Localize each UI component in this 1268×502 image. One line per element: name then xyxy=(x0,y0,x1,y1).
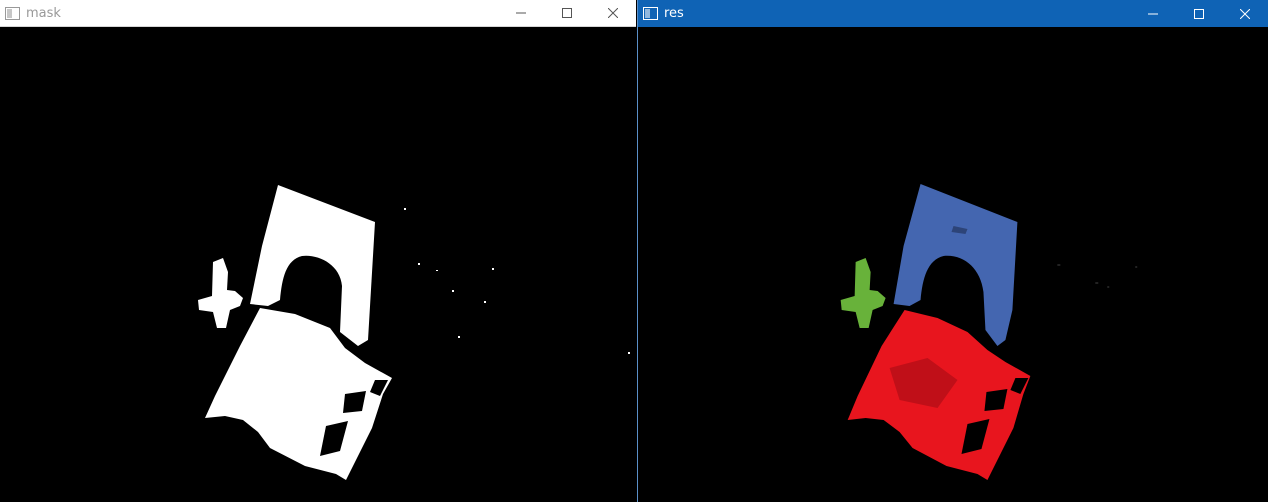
maximize-icon xyxy=(562,8,572,18)
minimize-icon xyxy=(516,12,526,14)
maximize-icon xyxy=(1194,8,1204,19)
close-button[interactable] xyxy=(590,0,636,27)
mask-image xyxy=(0,28,636,502)
res-titlebar[interactable]: res xyxy=(638,0,1268,27)
res-window[interactable]: res xyxy=(637,0,1268,502)
close-button[interactable] xyxy=(1222,0,1268,27)
mask-noise xyxy=(332,208,630,354)
app-icon[interactable] xyxy=(5,6,20,20)
close-icon xyxy=(608,8,618,18)
window-title: res xyxy=(664,6,684,21)
result-image xyxy=(638,28,1268,502)
maximize-button[interactable] xyxy=(544,0,590,27)
maximize-button[interactable] xyxy=(1176,0,1222,27)
app-icon[interactable] xyxy=(643,7,658,20)
minimize-button[interactable] xyxy=(1130,0,1176,27)
mask-image-svg xyxy=(198,185,630,480)
minimize-button[interactable] xyxy=(498,0,544,27)
close-icon xyxy=(1240,8,1250,19)
mask-blob-green-object xyxy=(198,258,243,328)
minimize-icon xyxy=(1148,13,1158,14)
mask-titlebar[interactable]: mask xyxy=(0,0,636,27)
result-image-svg xyxy=(840,184,1138,480)
green-object xyxy=(840,258,886,328)
window-title: mask xyxy=(26,5,61,21)
mask-window[interactable]: mask xyxy=(0,0,636,502)
result-noise xyxy=(1057,264,1138,288)
